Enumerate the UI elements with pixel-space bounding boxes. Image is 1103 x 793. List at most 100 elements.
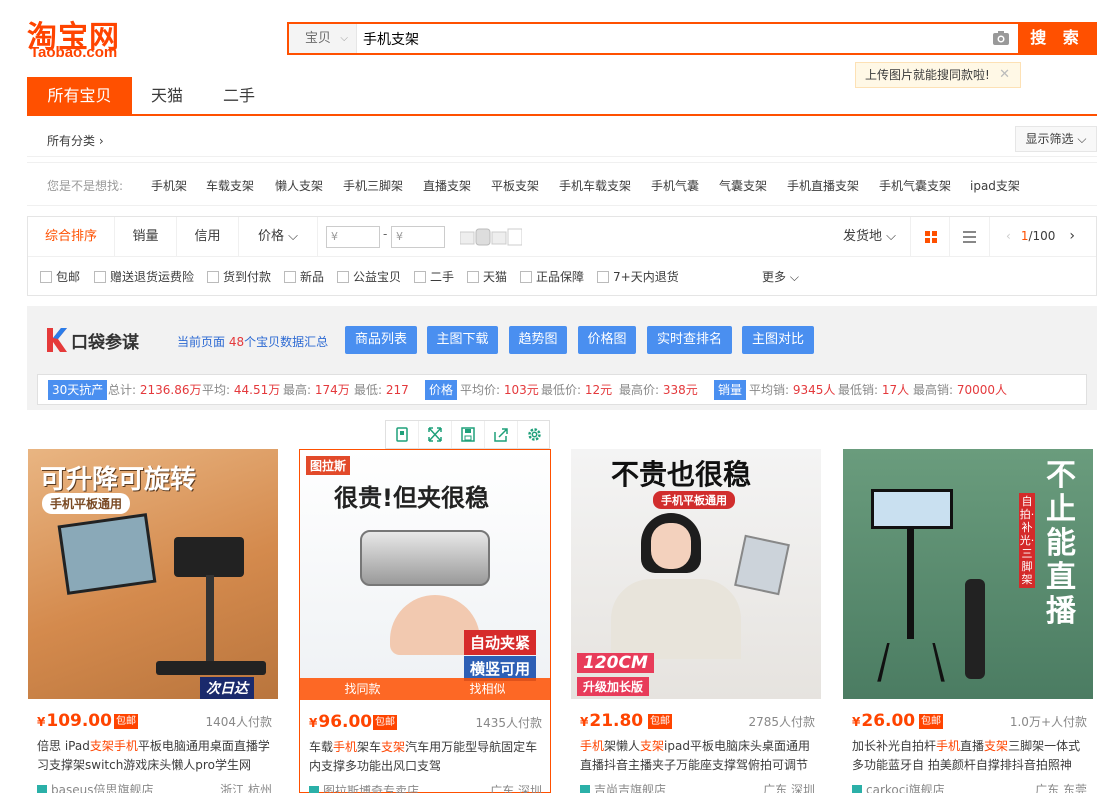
product-title[interactable]: 加长补光自拍杆手机直播支架三脚架一体式多功能蓝牙自 拍美颜杆自撑排抖音拍照神 [852, 737, 1088, 777]
img-text: 手机平板通用 [653, 491, 735, 509]
check-new[interactable]: 新品 [284, 268, 324, 285]
suggestion-item[interactable]: 气囊支架 [719, 177, 767, 194]
price-min-input[interactable]: ¥ [326, 226, 380, 248]
chevron-down-icon: ⌵ [340, 33, 348, 44]
search-tabs: 所有宝贝 天猫 二手 [27, 77, 1097, 116]
person-body [611, 579, 741, 659]
check-cod[interactable]: 货到付款 [207, 268, 271, 285]
main-image-compare-button[interactable]: 主图对比 [742, 326, 814, 354]
find-same-button[interactable]: 找同款 [300, 678, 425, 700]
check-charity[interactable]: 公益宝贝 [337, 268, 401, 285]
stand-head [174, 537, 244, 577]
tablet-shape [57, 513, 157, 595]
product-image[interactable]: 不止能直播 自拍·补光·三脚架 [843, 449, 1093, 699]
product-card[interactable]: 可升降可旋转 手机平板通用 次日达 ¥109.00 包邮 1404人付款 倍思 … [28, 449, 280, 793]
search-input[interactable] [363, 24, 983, 53]
suggestion-item[interactable]: 懒人支架 [275, 177, 323, 194]
price-dash: - [383, 227, 388, 241]
share-icon[interactable] [485, 421, 518, 448]
check-return-insurance[interactable]: 赠送退货运费险 [94, 268, 194, 285]
suggestion-item[interactable]: 手机气囊 [651, 177, 699, 194]
shop-name[interactable]: 吉尚吉旗舰店 [580, 781, 666, 793]
suggestion-item[interactable]: 手机三脚架 [343, 177, 403, 194]
suggestion-item[interactable]: 手机车载支架 [559, 177, 631, 194]
sort-sales[interactable]: 销量 [115, 217, 177, 256]
realtime-rank-button[interactable]: 实时查排名 [647, 326, 732, 354]
location: 浙江 杭州 [220, 783, 272, 793]
show-filter-button[interactable]: 显示筛选 ⌵ [1015, 126, 1097, 152]
product-list-button[interactable]: 商品列表 [345, 326, 417, 354]
camera-icon[interactable] [992, 30, 1010, 46]
pole-shape [907, 529, 914, 639]
suggestion-item[interactable]: 手机架 [151, 177, 187, 194]
koudai-logo: 口袋参谋 [45, 324, 155, 356]
sort-filter-panel: 综合排序 销量 信用 价格 ⌵ ¥ - ¥ 发货地 ⌵ ‹ 1/100 › 包邮 赠… [27, 216, 1097, 296]
img-text: 不止能直播 [1046, 458, 1076, 629]
product-card[interactable]: 不贵也很稳 手机平板通用 120CM 升级加长版 ¥21.80 包邮 2785人… [571, 449, 823, 793]
check-free-shipping[interactable]: 包邮 [40, 268, 80, 285]
product-title[interactable]: 手机架懒人支架ipad平板电脑床头桌面通用直播抖音主播夹子万能座支撑驾俯拍可调节 [580, 737, 816, 777]
sort-row: 综合排序 销量 信用 价格 ⌵ ¥ - ¥ 发货地 ⌵ ‹ 1/100 › [28, 217, 1096, 257]
stat-price-avg: 平均价: 103元 [460, 383, 539, 397]
mount-shape [360, 530, 490, 586]
list-view-icon[interactable] [950, 217, 990, 256]
product-image[interactable]: 可升降可旋转 手机平板通用 次日达 [28, 449, 278, 699]
current-page-summary: 当前页面 48个宝贝数据汇总 [177, 335, 329, 349]
main-image-download-button[interactable]: 主图下载 [427, 326, 498, 354]
suggestion-label: 您是不是想找: [47, 179, 124, 193]
product-title[interactable]: 倍思 iPad支架手机平板电脑通用桌面直播学习支撑架switch游戏床头懒人pr… [37, 737, 273, 777]
location: 广东 深圳 [490, 784, 542, 793]
check-secondhand[interactable]: 二手 [414, 268, 454, 285]
phone-icon[interactable] [386, 421, 419, 448]
product-image[interactable]: 不贵也很稳 手机平板通用 120CM 升级加长版 [571, 449, 821, 699]
more-filters-button[interactable]: 更多 ⌵ [762, 268, 799, 285]
price: ¥96.00 [309, 712, 373, 732]
suggestion-item[interactable]: 平板支架 [491, 177, 539, 194]
tab-secondhand[interactable]: 二手 [213, 77, 265, 114]
ship-from-filter[interactable]: 发货地 ⌵ [843, 217, 896, 256]
suggestion-item[interactable]: 车载支架 [206, 177, 254, 194]
search-type-select[interactable]: 宝贝 ⌵ [289, 24, 357, 53]
brand-tag: 图拉斯 [306, 456, 351, 475]
find-similar-button[interactable]: 找相似 [425, 678, 550, 700]
shop-name[interactable]: 图拉斯博奇专卖店 [309, 782, 419, 793]
check-genuine[interactable]: 正品保障 [520, 268, 584, 285]
product-card[interactable]: 不止能直播 自拍·补光·三脚架 ¥26.00 包邮 1.0万+人付款 加长补光自… [843, 449, 1095, 793]
product-card[interactable]: 图拉斯 很贵!但夹很稳 自动夹紧 横竖可用 找同款 找相似 ¥96.00 包邮 … [299, 449, 551, 793]
sort-default[interactable]: 综合排序 [28, 217, 115, 256]
search-button[interactable]: 搜 索 [1018, 22, 1097, 55]
stats-bar: 30天抗产 总计: 2136.86万 平均: 44.51万 最高: 174万 最… [37, 374, 1087, 405]
save-icon[interactable] [452, 421, 485, 448]
search-type-label: 宝贝 [305, 31, 332, 46]
shop-name[interactable]: baseus倍思旗舰店 [37, 781, 153, 793]
sort-credit[interactable]: 信用 [177, 217, 239, 256]
free-shipping-badge: 包邮 [648, 714, 672, 729]
product-image[interactable]: 图拉斯 很贵!但夹很稳 自动夹紧 横竖可用 找同款 找相似 [300, 450, 550, 700]
grid-view-icon[interactable] [910, 217, 950, 256]
tripod-shape [877, 642, 945, 682]
check-tmall[interactable]: 天猫 [467, 268, 507, 285]
prev-page-icon[interactable]: ‹ [1006, 229, 1011, 243]
trend-chart-button[interactable]: 趋势图 [509, 326, 567, 354]
all-categories-link[interactable]: 所有分类 › [47, 132, 104, 149]
check-7day-return[interactable]: 7+天内退货 [597, 268, 679, 285]
price-chart-button[interactable]: 价格图 [578, 326, 636, 354]
suggestion-item[interactable]: ipad支架 [970, 177, 1020, 194]
location: 广东 深圳 [763, 783, 815, 793]
shop-name[interactable]: carkoci旗舰店 [852, 781, 945, 793]
tab-all[interactable]: 所有宝贝 [27, 77, 132, 114]
tab-tmall[interactable]: 天猫 [141, 77, 193, 114]
gear-icon[interactable] [518, 421, 551, 448]
price-range-slider[interactable] [460, 228, 522, 246]
taobao-logo-en[interactable]: Taobao.com [30, 44, 117, 61]
sort-price[interactable]: 价格 ⌵ [239, 217, 318, 256]
suggestion-item[interactable]: 手机直播支架 [787, 177, 859, 194]
suggestion-item[interactable]: 手机气囊支架 [879, 177, 951, 194]
search-box: 宝贝 ⌵ [287, 22, 1018, 55]
price-max-input[interactable]: ¥ [391, 226, 445, 248]
product-title[interactable]: 车载手机架车支架汽车用万能型导航固定车内支撑多功能出风口支驾 [309, 738, 545, 778]
next-page-icon[interactable]: › [1069, 228, 1075, 244]
suggestion-item[interactable]: 直播支架 [423, 177, 471, 194]
expand-icon[interactable] [419, 421, 452, 448]
price: ¥26.00 [852, 711, 916, 731]
